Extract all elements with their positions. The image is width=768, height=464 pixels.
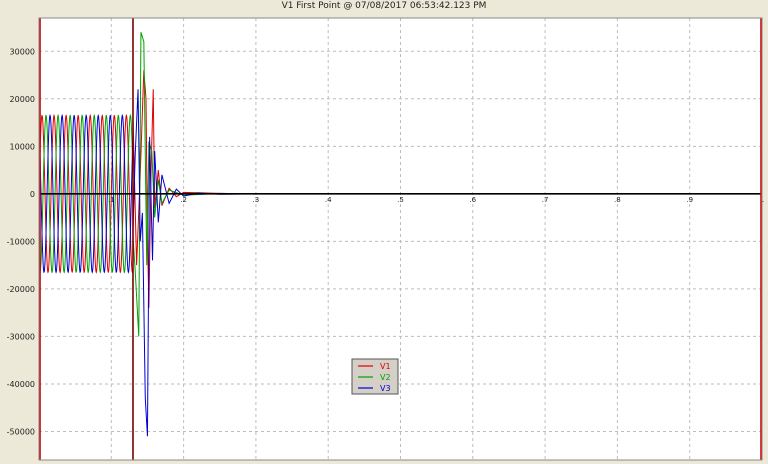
x-tick-label-4: .5	[397, 196, 404, 204]
waveform-window: V1 First Point @ 07/08/2017 06:53:42.123…	[0, 0, 768, 464]
x-tick-label-1: .2	[180, 196, 187, 204]
x-tick-label-8: .9	[686, 196, 693, 204]
y-tick-label-0: 30000	[10, 47, 35, 56]
y-tick-label-2: 10000	[10, 142, 35, 151]
y-tick-label-6: -30000	[7, 332, 35, 341]
x-tick-label-0: .1	[108, 196, 115, 204]
y-tick-label-5: -20000	[7, 285, 35, 294]
x-tick-label-3: .4	[325, 196, 332, 204]
x-tick-label-6: .7	[542, 196, 549, 204]
legend: V1 V2 V3	[351, 358, 399, 395]
waveform-chart[interactable]: 30000 20000 10000 0 -10000 -20000 -30000 -40000…	[0, 0, 768, 464]
legend-label-v3: V3	[380, 384, 391, 393]
legend-label-v2: V2	[380, 373, 391, 382]
y-tick-label-3: 0	[30, 190, 35, 199]
y-tick-label-4: -10000	[7, 237, 35, 246]
x-tick-label-2: .3	[253, 196, 260, 204]
legend-label-v1: V1	[380, 362, 391, 371]
x-tick-label-7: .8	[614, 196, 621, 204]
x-tick-label-5: .6	[469, 196, 476, 204]
y-tick-label-1: 20000	[10, 95, 35, 104]
y-tick-label-7: -40000	[7, 380, 35, 389]
y-tick-label-8: -50000	[7, 427, 35, 436]
